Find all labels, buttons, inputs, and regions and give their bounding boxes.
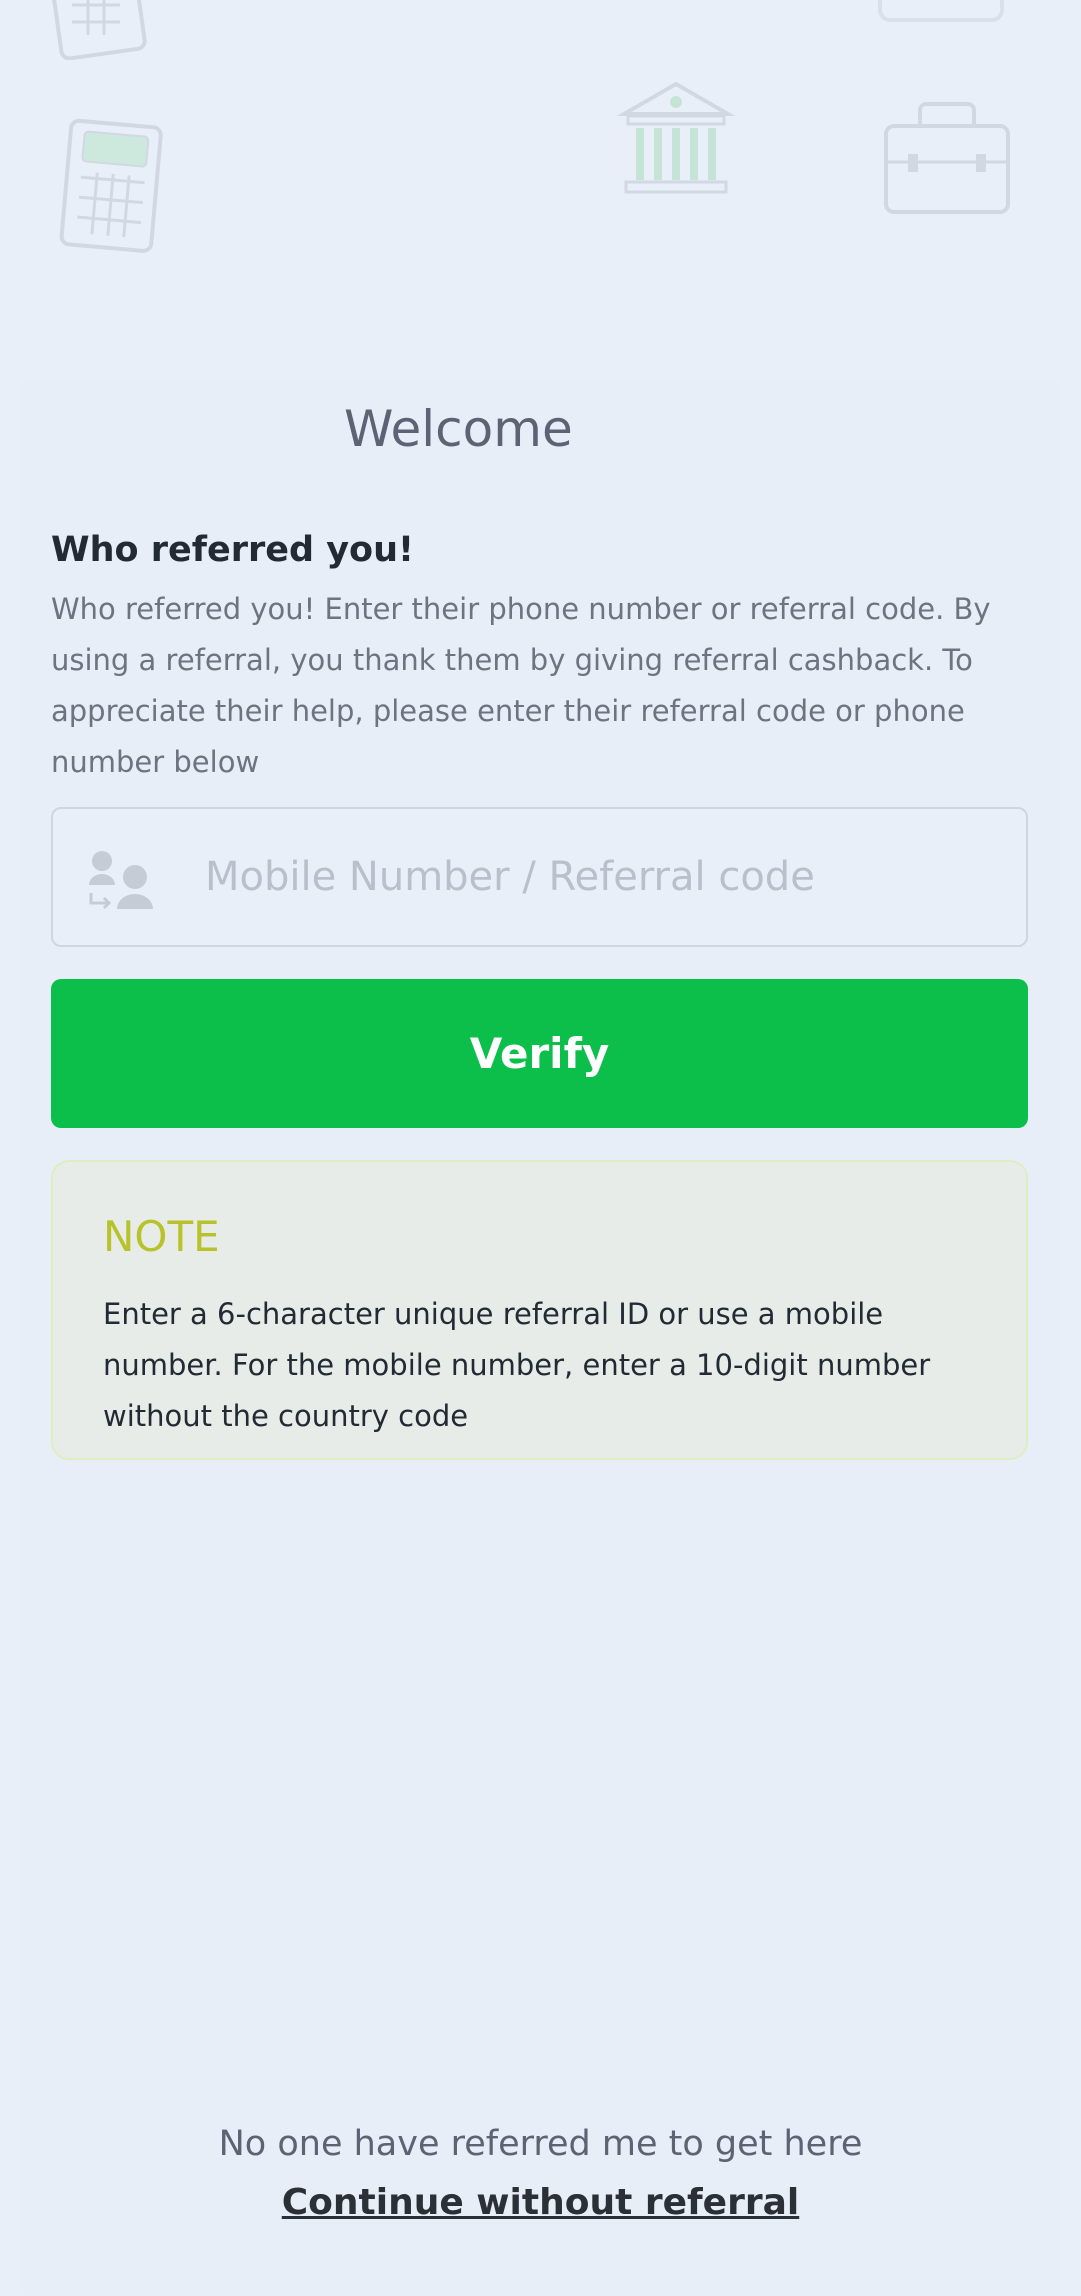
note-text: Enter a 6-character unique referral ID o… (103, 1297, 931, 1433)
page-title: Welcome (344, 400, 573, 458)
referral-input-container[interactable] (51, 807, 1028, 947)
bank-icon (616, 81, 736, 194)
referral-description: Who referred you! Enter their phone numb… (51, 592, 991, 779)
note-title: NOTE (103, 1212, 220, 1261)
briefcase-icon (884, 102, 1010, 214)
continue-without-referral-link[interactable]: Continue without referral (0, 2182, 1081, 2223)
referral-input[interactable] (205, 829, 1005, 925)
calculator-icon (878, 0, 1004, 22)
calculator-icon (59, 118, 163, 253)
user-referral-icon (89, 851, 153, 910)
no-referral-prompt: No one have referred me to get here (218, 2124, 863, 2164)
calculator-icon (50, 0, 147, 60)
referral-heading: Who referred you! (51, 530, 414, 570)
note-box: NOTE Enter a 6-character unique referral… (51, 1160, 1028, 1460)
verify-button[interactable]: Verify (51, 979, 1028, 1128)
